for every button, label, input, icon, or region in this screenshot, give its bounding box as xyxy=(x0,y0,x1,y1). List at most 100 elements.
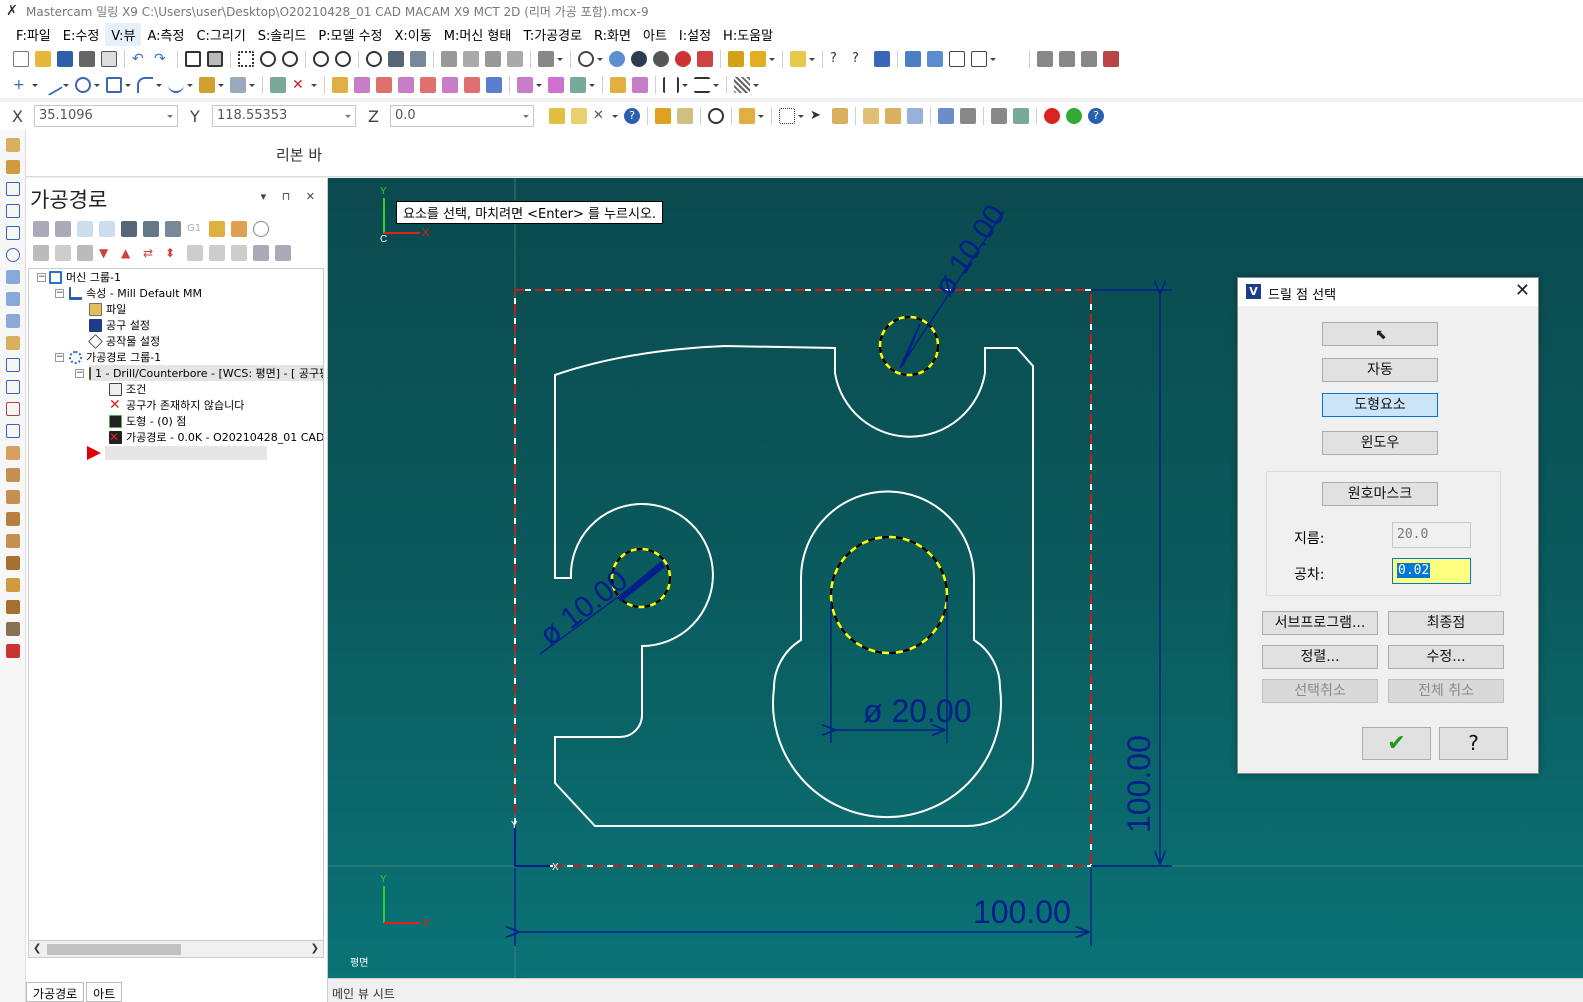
iso-view-icon[interactable] xyxy=(441,51,457,67)
z-coordinate-input[interactable]: 0.0 xyxy=(390,105,534,127)
diameter-input[interactable]: 20.0 xyxy=(1392,522,1471,548)
tab-art[interactable]: 아트 xyxy=(86,982,123,1002)
analyze-grid-icon[interactable] xyxy=(874,51,890,67)
zoom-window-icon[interactable] xyxy=(238,51,254,67)
spline-icon[interactable] xyxy=(168,77,184,93)
delete-x-icon[interactable]: ✕ xyxy=(292,77,308,93)
mask-on-arc-button[interactable]: 원호마스크 xyxy=(1322,482,1438,506)
shaded-icon[interactable] xyxy=(609,51,625,67)
cplane-rotate-icon[interactable] xyxy=(708,108,724,124)
delete-ops-icon[interactable] xyxy=(231,221,247,237)
surface-parallel-icon[interactable] xyxy=(6,490,20,504)
toggle-display-icon[interactable] xyxy=(55,245,71,261)
x-coordinate-input[interactable]: 35.1096 xyxy=(34,105,178,127)
menu-machine-type[interactable]: M:머신 형태 xyxy=(438,23,518,46)
transform-op-icon[interactable] xyxy=(6,380,20,394)
stock-model-icon[interactable] xyxy=(6,622,20,636)
hatch-icon[interactable] xyxy=(734,77,750,93)
layout-icon[interactable] xyxy=(971,51,987,67)
line-icon[interactable] xyxy=(41,74,63,96)
engrave-icon[interactable] xyxy=(6,336,20,350)
wand-icon[interactable] xyxy=(790,51,806,67)
menu-art[interactable]: 아트 xyxy=(637,23,673,46)
expand-toolpath-group[interactable]: − xyxy=(55,353,64,362)
surface-finish-icon[interactable] xyxy=(6,468,20,482)
contour-icon[interactable] xyxy=(6,160,20,174)
save-icon[interactable] xyxy=(57,51,73,67)
expand-properties[interactable]: − xyxy=(55,289,64,298)
dialog-titlebar[interactable]: V 드릴 점 선택 ✕ xyxy=(1238,278,1538,306)
drafting-icon[interactable] xyxy=(230,77,246,93)
surface-flowline-icon[interactable] xyxy=(6,578,20,592)
xform-scale-icon[interactable] xyxy=(398,77,414,93)
menu-create[interactable]: C:그리기 xyxy=(190,23,251,46)
verify-ops-icon[interactable] xyxy=(143,221,159,237)
zoom-target-icon[interactable] xyxy=(260,51,276,67)
only-display-icon[interactable] xyxy=(187,245,203,261)
backplot-icon[interactable] xyxy=(1037,51,1053,67)
select-window-icon[interactable] xyxy=(779,108,795,124)
tree-tool-settings[interactable]: 공구 설정 xyxy=(89,317,150,333)
high-feed-icon[interactable] xyxy=(209,221,225,237)
select-dirty-ops-icon[interactable] xyxy=(55,221,71,237)
tree-stock-setup[interactable]: 공작물 설정 xyxy=(88,333,160,349)
circle-mill-icon[interactable] xyxy=(6,248,20,262)
last-button[interactable]: 최종점 xyxy=(1388,611,1504,635)
regen-dirty-icon[interactable] xyxy=(99,221,115,237)
fast-point-icon[interactable] xyxy=(549,108,565,124)
tree-toolpath[interactable]: ✕ 가공경로 - 0.0K - O20210428_01 CAD M xyxy=(109,429,323,445)
expand-machine-group[interactable]: − xyxy=(37,273,46,282)
menu-solids[interactable]: S:솔리드 xyxy=(252,23,313,46)
entities-button[interactable]: 도형요소 xyxy=(1322,393,1438,417)
zoom-selected-icon[interactable] xyxy=(282,51,298,67)
hole-center[interactable] xyxy=(829,535,949,655)
sort-button[interactable]: 정렬... xyxy=(1262,645,1378,669)
slot-icon[interactable] xyxy=(6,314,20,328)
fit-icon[interactable] xyxy=(185,51,201,67)
ok-icon[interactable] xyxy=(1066,108,1082,124)
surface-contour-icon[interactable] xyxy=(6,512,20,526)
pocket-icon[interactable] xyxy=(6,204,20,218)
modify-length-icon[interactable] xyxy=(570,77,586,93)
scroll-thumb[interactable] xyxy=(47,944,181,955)
expand-icon[interactable] xyxy=(231,245,247,261)
select-pointer-icon[interactable]: ➤ xyxy=(810,108,826,124)
undo-icon[interactable]: ↶ xyxy=(132,51,148,67)
level-icon[interactable] xyxy=(655,108,671,124)
circle-icon[interactable] xyxy=(75,77,91,93)
unselect-all-button[interactable]: 전체 취소 xyxy=(1388,679,1504,703)
pencil-arc-icon[interactable] xyxy=(750,51,766,67)
facing-icon[interactable] xyxy=(6,226,20,240)
point-icon[interactable]: + xyxy=(13,77,29,93)
menu-view[interactable]: V:뷰 xyxy=(105,22,142,46)
auto-button[interactable]: 자동 xyxy=(1322,358,1438,382)
lock-icon[interactable] xyxy=(33,245,49,261)
manual-pick-button[interactable]: ⬉ xyxy=(1322,322,1438,346)
multiaxis-icon[interactable] xyxy=(6,600,20,614)
new-file-icon[interactable] xyxy=(13,51,29,67)
area-mill-icon[interactable] xyxy=(6,424,20,438)
tree-toolpath-group[interactable]: 가공경로 그룹-1 xyxy=(69,349,161,365)
menu-settings[interactable]: I:설정 xyxy=(673,23,717,46)
scroll-insert-icon[interactable]: ⬍ xyxy=(165,245,181,261)
panel-controls[interactable]: ▾ ⊓ ✕ xyxy=(261,190,321,203)
level-manager-icon[interactable] xyxy=(677,108,693,124)
print-preview-icon[interactable] xyxy=(101,51,117,67)
zoom-out-icon[interactable] xyxy=(335,51,351,67)
dimension-vertical-icon[interactable] xyxy=(694,77,710,93)
select-apply-icon[interactable] xyxy=(1013,108,1029,124)
delete-op-icon[interactable] xyxy=(1103,51,1119,67)
select-face-icon[interactable] xyxy=(885,108,901,124)
move-down-icon[interactable]: ▼ xyxy=(99,245,115,261)
toolpath-options-icon[interactable] xyxy=(275,245,291,261)
insert-arrow[interactable] xyxy=(87,445,267,461)
translucent-icon[interactable] xyxy=(653,51,669,67)
tree-files[interactable]: 파일 xyxy=(89,301,126,317)
menu-toolpaths[interactable]: T:가공경로 xyxy=(517,23,588,46)
mill-2d-icon[interactable] xyxy=(6,138,20,152)
y-coordinate-input[interactable]: 118.55353 xyxy=(212,105,356,127)
rotate-icon[interactable] xyxy=(366,51,382,67)
config-icon[interactable] xyxy=(927,51,943,67)
xform-roll-icon[interactable] xyxy=(486,77,502,93)
wireframe-icon[interactable] xyxy=(578,51,594,67)
